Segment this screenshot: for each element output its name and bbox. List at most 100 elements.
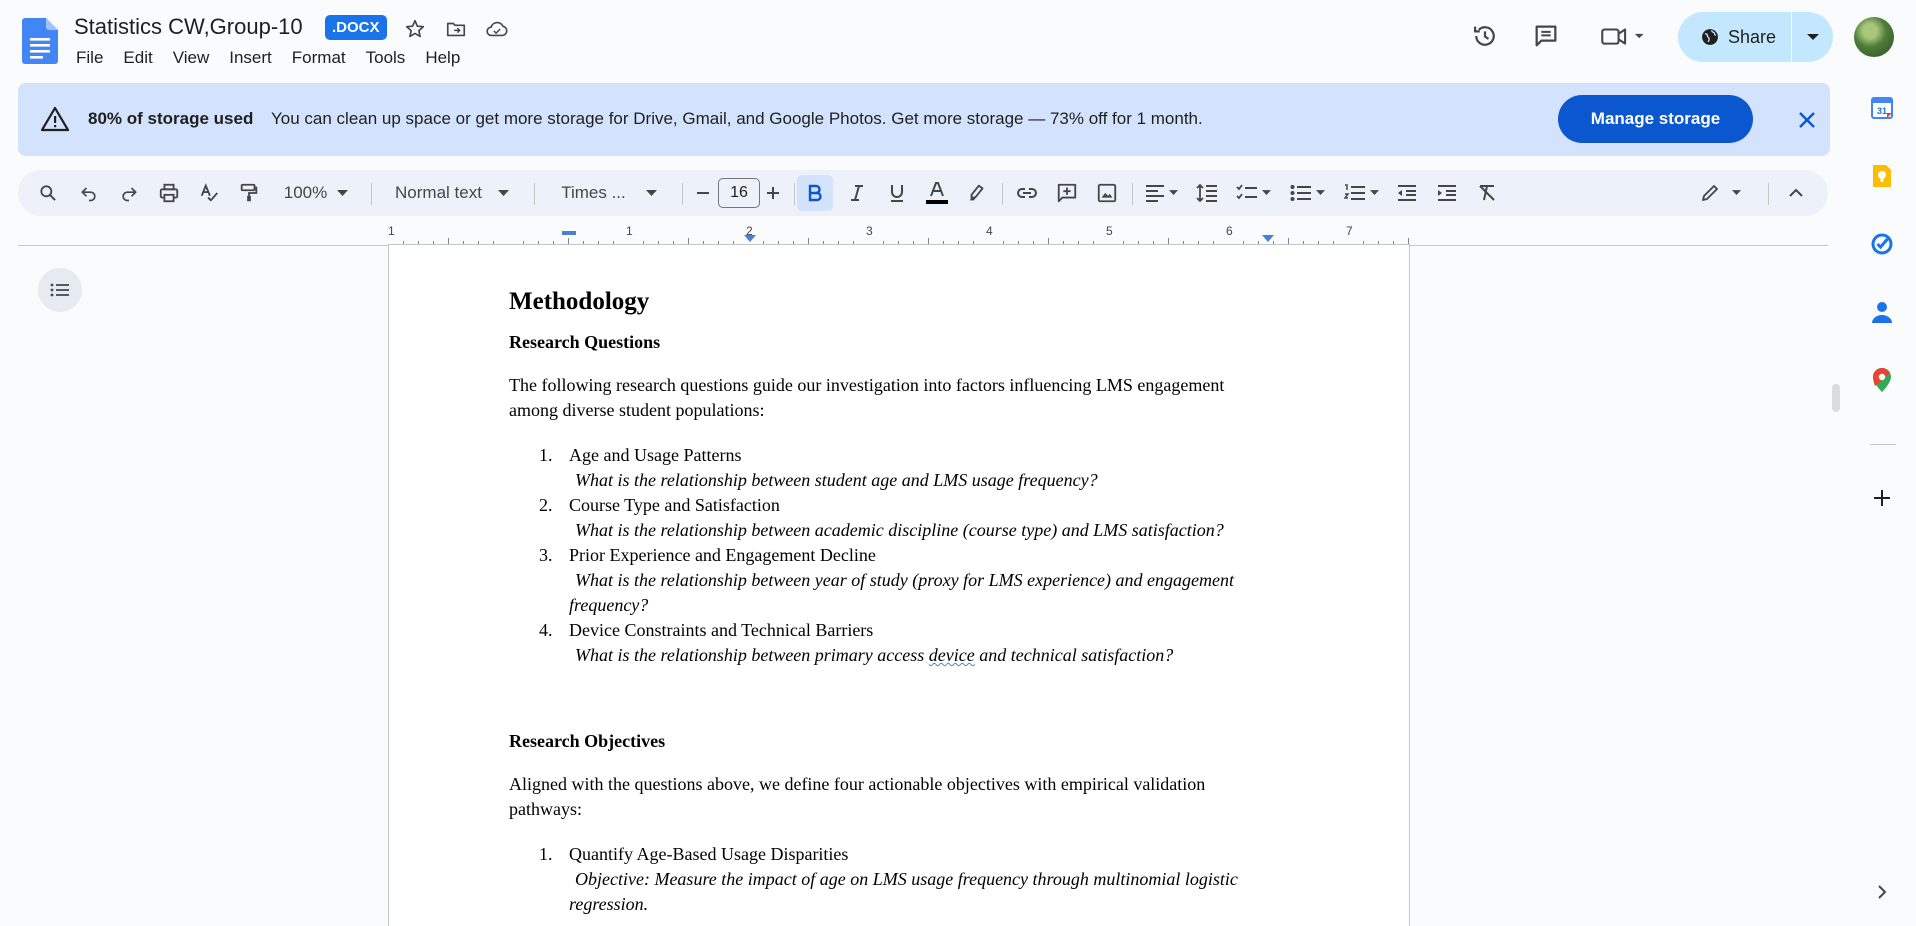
ruler[interactable]: 1 1 2 3 4 5 6 7 — [388, 224, 1410, 246]
chevron-down-icon — [1315, 190, 1325, 196]
outline-list-icon — [50, 283, 69, 297]
manage-storage-button[interactable]: Manage storage — [1558, 95, 1753, 143]
docx-badge: .DOCX — [325, 15, 387, 40]
ruler-label: 2 — [746, 224, 753, 238]
editing-mode-select[interactable] — [1690, 170, 1750, 216]
list-number: 2. — [539, 495, 553, 515]
expand-side-panel-icon[interactable] — [1862, 872, 1902, 912]
vertical-scrollbar[interactable] — [1832, 384, 1840, 412]
menu-help[interactable]: Help — [415, 46, 470, 70]
share-button[interactable]: Share — [1678, 12, 1833, 62]
search-menus-icon[interactable] — [32, 170, 64, 216]
cloud-status-icon[interactable] — [482, 14, 512, 44]
line-spacing-icon[interactable] — [1188, 170, 1226, 216]
paragraph: Aligned with the questions above, we def… — [509, 772, 1309, 822]
list-item: 4. Device Constraints and Technical Barr… — [509, 618, 1309, 668]
undo-icon[interactable] — [74, 170, 104, 216]
bold-button[interactable] — [792, 170, 838, 216]
document-body[interactable]: Methodology Research Questions The follo… — [509, 282, 1309, 917]
increase-font-size-icon[interactable] — [760, 170, 786, 216]
font-size-value[interactable]: 16 — [718, 178, 760, 208]
menu-insert[interactable]: Insert — [219, 46, 282, 70]
ruler-label: 7 — [1346, 224, 1353, 238]
paint-format-icon[interactable] — [234, 170, 264, 216]
tasks-icon[interactable] — [1862, 224, 1902, 264]
move-folder-icon[interactable] — [441, 14, 471, 44]
menu-edit[interactable]: Edit — [113, 46, 162, 70]
increase-indent-icon[interactable] — [1428, 170, 1466, 216]
questions-list: 1. Age and Usage Patterns What is the re… — [509, 443, 1309, 668]
list-item-question: What is the relationship between academi… — [575, 520, 1224, 540]
highlight-color-icon[interactable] — [958, 170, 996, 216]
insert-image-icon[interactable] — [1088, 170, 1126, 216]
share-main-button[interactable]: Share — [1678, 12, 1791, 62]
document-title[interactable]: Statistics CW,Group-10 — [74, 14, 303, 40]
clear-formatting-icon[interactable] — [1468, 170, 1506, 216]
maps-icon[interactable] — [1862, 360, 1902, 400]
keep-icon[interactable] — [1862, 156, 1902, 196]
close-icon[interactable] — [1792, 105, 1822, 135]
font-family-value: Times ... — [561, 183, 626, 202]
heading-methodology: Methodology — [509, 288, 650, 315]
globe-icon — [1702, 29, 1718, 45]
font-family-select[interactable]: Times ... — [546, 170, 672, 216]
add-comment-icon[interactable] — [1048, 170, 1086, 216]
comments-icon[interactable] — [1524, 14, 1568, 58]
paragraph: The following research questions guide o… — [509, 373, 1309, 423]
menu-tools[interactable]: Tools — [356, 46, 416, 70]
hide-menus-icon[interactable] — [1778, 170, 1814, 216]
ruler-label: 3 — [866, 224, 873, 238]
bulleted-list-select[interactable] — [1282, 170, 1332, 216]
banner-message: You can clean up space or get more stora… — [271, 109, 1203, 128]
list-item: 3. Prior Experience and Engagement Decli… — [509, 543, 1309, 618]
question-text: What is the relationship between primary… — [575, 645, 929, 665]
spellcheck-icon[interactable] — [194, 170, 224, 216]
spelling-suggestion[interactable]: device — [929, 645, 975, 665]
underline-icon[interactable] — [878, 170, 916, 216]
list-item-objective: Objective: Measure the impact of age on … — [575, 869, 1238, 889]
decrease-indent-icon[interactable] — [1388, 170, 1426, 216]
list-item-title: Course Type and Satisfaction — [569, 495, 780, 515]
paragraph-line: Aligned with the questions above, we def… — [509, 774, 1206, 794]
menu-file[interactable]: File — [66, 46, 113, 70]
redo-icon[interactable] — [114, 170, 144, 216]
chevron-down-icon — [645, 189, 657, 196]
menu-format[interactable]: Format — [282, 46, 356, 70]
get-addons-icon[interactable] — [1862, 478, 1902, 518]
contacts-icon[interactable] — [1862, 292, 1902, 332]
list-item: 1. Quantify Age-Based Usage Disparities … — [509, 842, 1309, 917]
version-history-icon[interactable] — [1463, 14, 1507, 58]
text-color-icon[interactable] — [918, 170, 956, 216]
paragraph-line: among diverse student populations: — [509, 400, 765, 420]
document-outline-button[interactable] — [38, 268, 82, 312]
warning-icon — [40, 106, 70, 132]
menu-view[interactable]: View — [163, 46, 220, 70]
meet-icon[interactable] — [1596, 14, 1652, 58]
ruler-label: 5 — [1106, 224, 1113, 238]
star-icon[interactable] — [400, 14, 430, 44]
align-select[interactable] — [1136, 170, 1186, 216]
paragraph-style-select[interactable]: Normal text — [384, 170, 520, 216]
calendar-icon[interactable]: 31 — [1862, 88, 1902, 128]
zoom-select[interactable]: 100% — [274, 170, 358, 216]
avatar[interactable] — [1854, 17, 1894, 57]
ruler-label: 6 — [1226, 224, 1233, 238]
list-item-title: Quantify Age-Based Usage Disparities — [569, 844, 849, 864]
svg-text:31: 31 — [1877, 106, 1887, 116]
paragraph-line: pathways: — [509, 799, 582, 819]
side-panel: 31 — [1860, 80, 1910, 926]
list-number: 1. — [539, 445, 553, 465]
checklist-select[interactable] — [1228, 170, 1278, 216]
list-item-question: What is the relationship between student… — [575, 470, 1098, 490]
chevron-down-icon — [497, 189, 509, 196]
list-number: 4. — [539, 620, 553, 640]
chevron-down-icon — [337, 189, 349, 196]
insert-link-icon[interactable] — [1008, 170, 1046, 216]
docs-logo-icon[interactable] — [22, 18, 58, 64]
print-icon[interactable] — [154, 170, 184, 216]
share-dropdown-button[interactable] — [1792, 12, 1833, 62]
numbered-list-select[interactable] — [1336, 170, 1386, 216]
italic-icon[interactable] — [838, 170, 876, 216]
list-item-objective-cont: regression. — [569, 894, 649, 914]
chevron-down-icon — [1806, 34, 1819, 40]
